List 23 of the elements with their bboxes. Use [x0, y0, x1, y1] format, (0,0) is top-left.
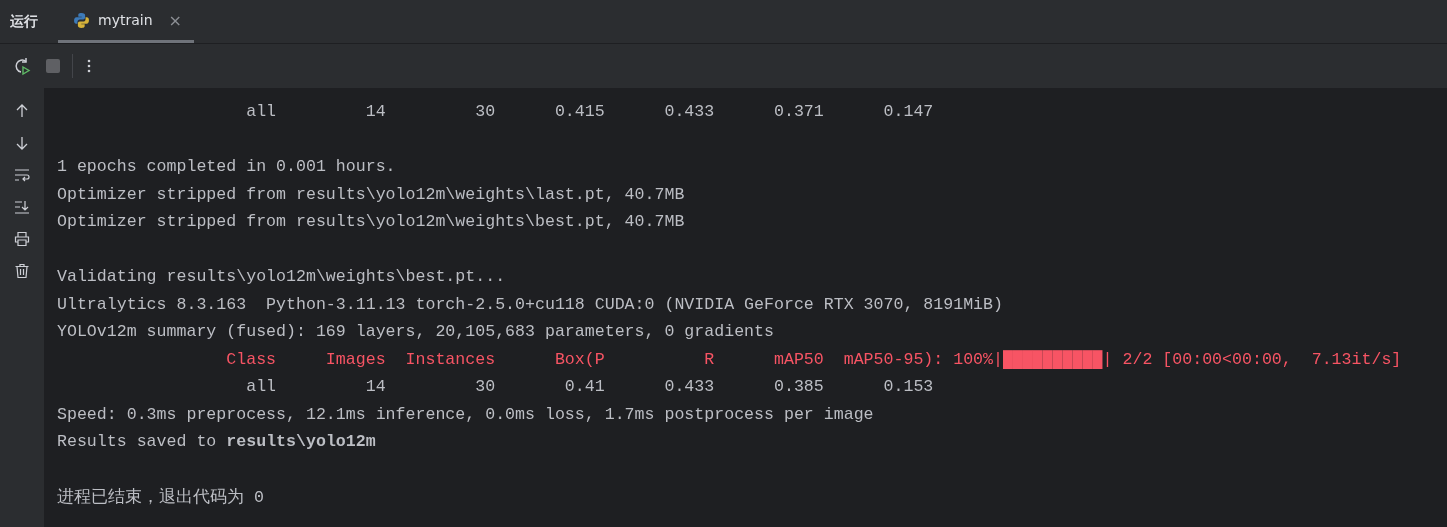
console-line: Optimizer stripped from results\yolo12m\weights\best.pt, 40.7MB [57, 212, 685, 232]
print-icon[interactable] [14, 231, 30, 247]
console-line: Validating results\yolo12m\weights\best.pt... [57, 267, 506, 287]
up-arrow-icon[interactable] [14, 103, 30, 119]
python-icon [73, 11, 90, 29]
scroll-to-end-icon[interactable] [14, 199, 30, 215]
console-line: all 14 30 0.41 0.433 0.385 0.153 [245, 377, 934, 397]
console-line: Results saved to results\yolo12m [57, 432, 376, 452]
close-icon[interactable]: × [168, 10, 182, 30]
more-icon[interactable] [87, 58, 91, 74]
trash-icon[interactable] [14, 263, 30, 279]
console-line: Ultralytics 8.3.163 Python-3.11.13 torch-2.5.0+cu118 CUDA:0 (NVIDIA GeForce RTX 3070, 8191MiB) [57, 294, 1003, 314]
console-line: 进程已结束，退出代码为 0 [57, 486, 264, 508]
console-line: Optimizer stripped from results\yolo12m\weights\last.pt, 40.7MB [57, 184, 685, 204]
rerun-icon[interactable] [12, 56, 32, 76]
console-line: all 14 30 0.415 0.433 0.371 0.147 [245, 102, 934, 122]
soft-wrap-icon[interactable] [14, 167, 30, 183]
console-line: Class Images Instances Box(P R mAP50 mAP50-95): 100%|██████████| 2/2 [00:00<00:00, 7.13it/s] [225, 349, 1402, 369]
tool-window-title: 运行 [9, 11, 39, 31]
console-line: 1 epochs completed in 0.001 hours. [57, 157, 396, 177]
console-line: Speed: 0.3ms preprocess, 12.1ms inference, 0.0ms loss, 1.7ms postprocess per image [57, 404, 874, 424]
down-arrow-icon[interactable] [14, 135, 30, 151]
console-line: YOLOv12m summary (fused): 169 layers, 20,105,683 parameters, 0 gradients [57, 322, 774, 342]
